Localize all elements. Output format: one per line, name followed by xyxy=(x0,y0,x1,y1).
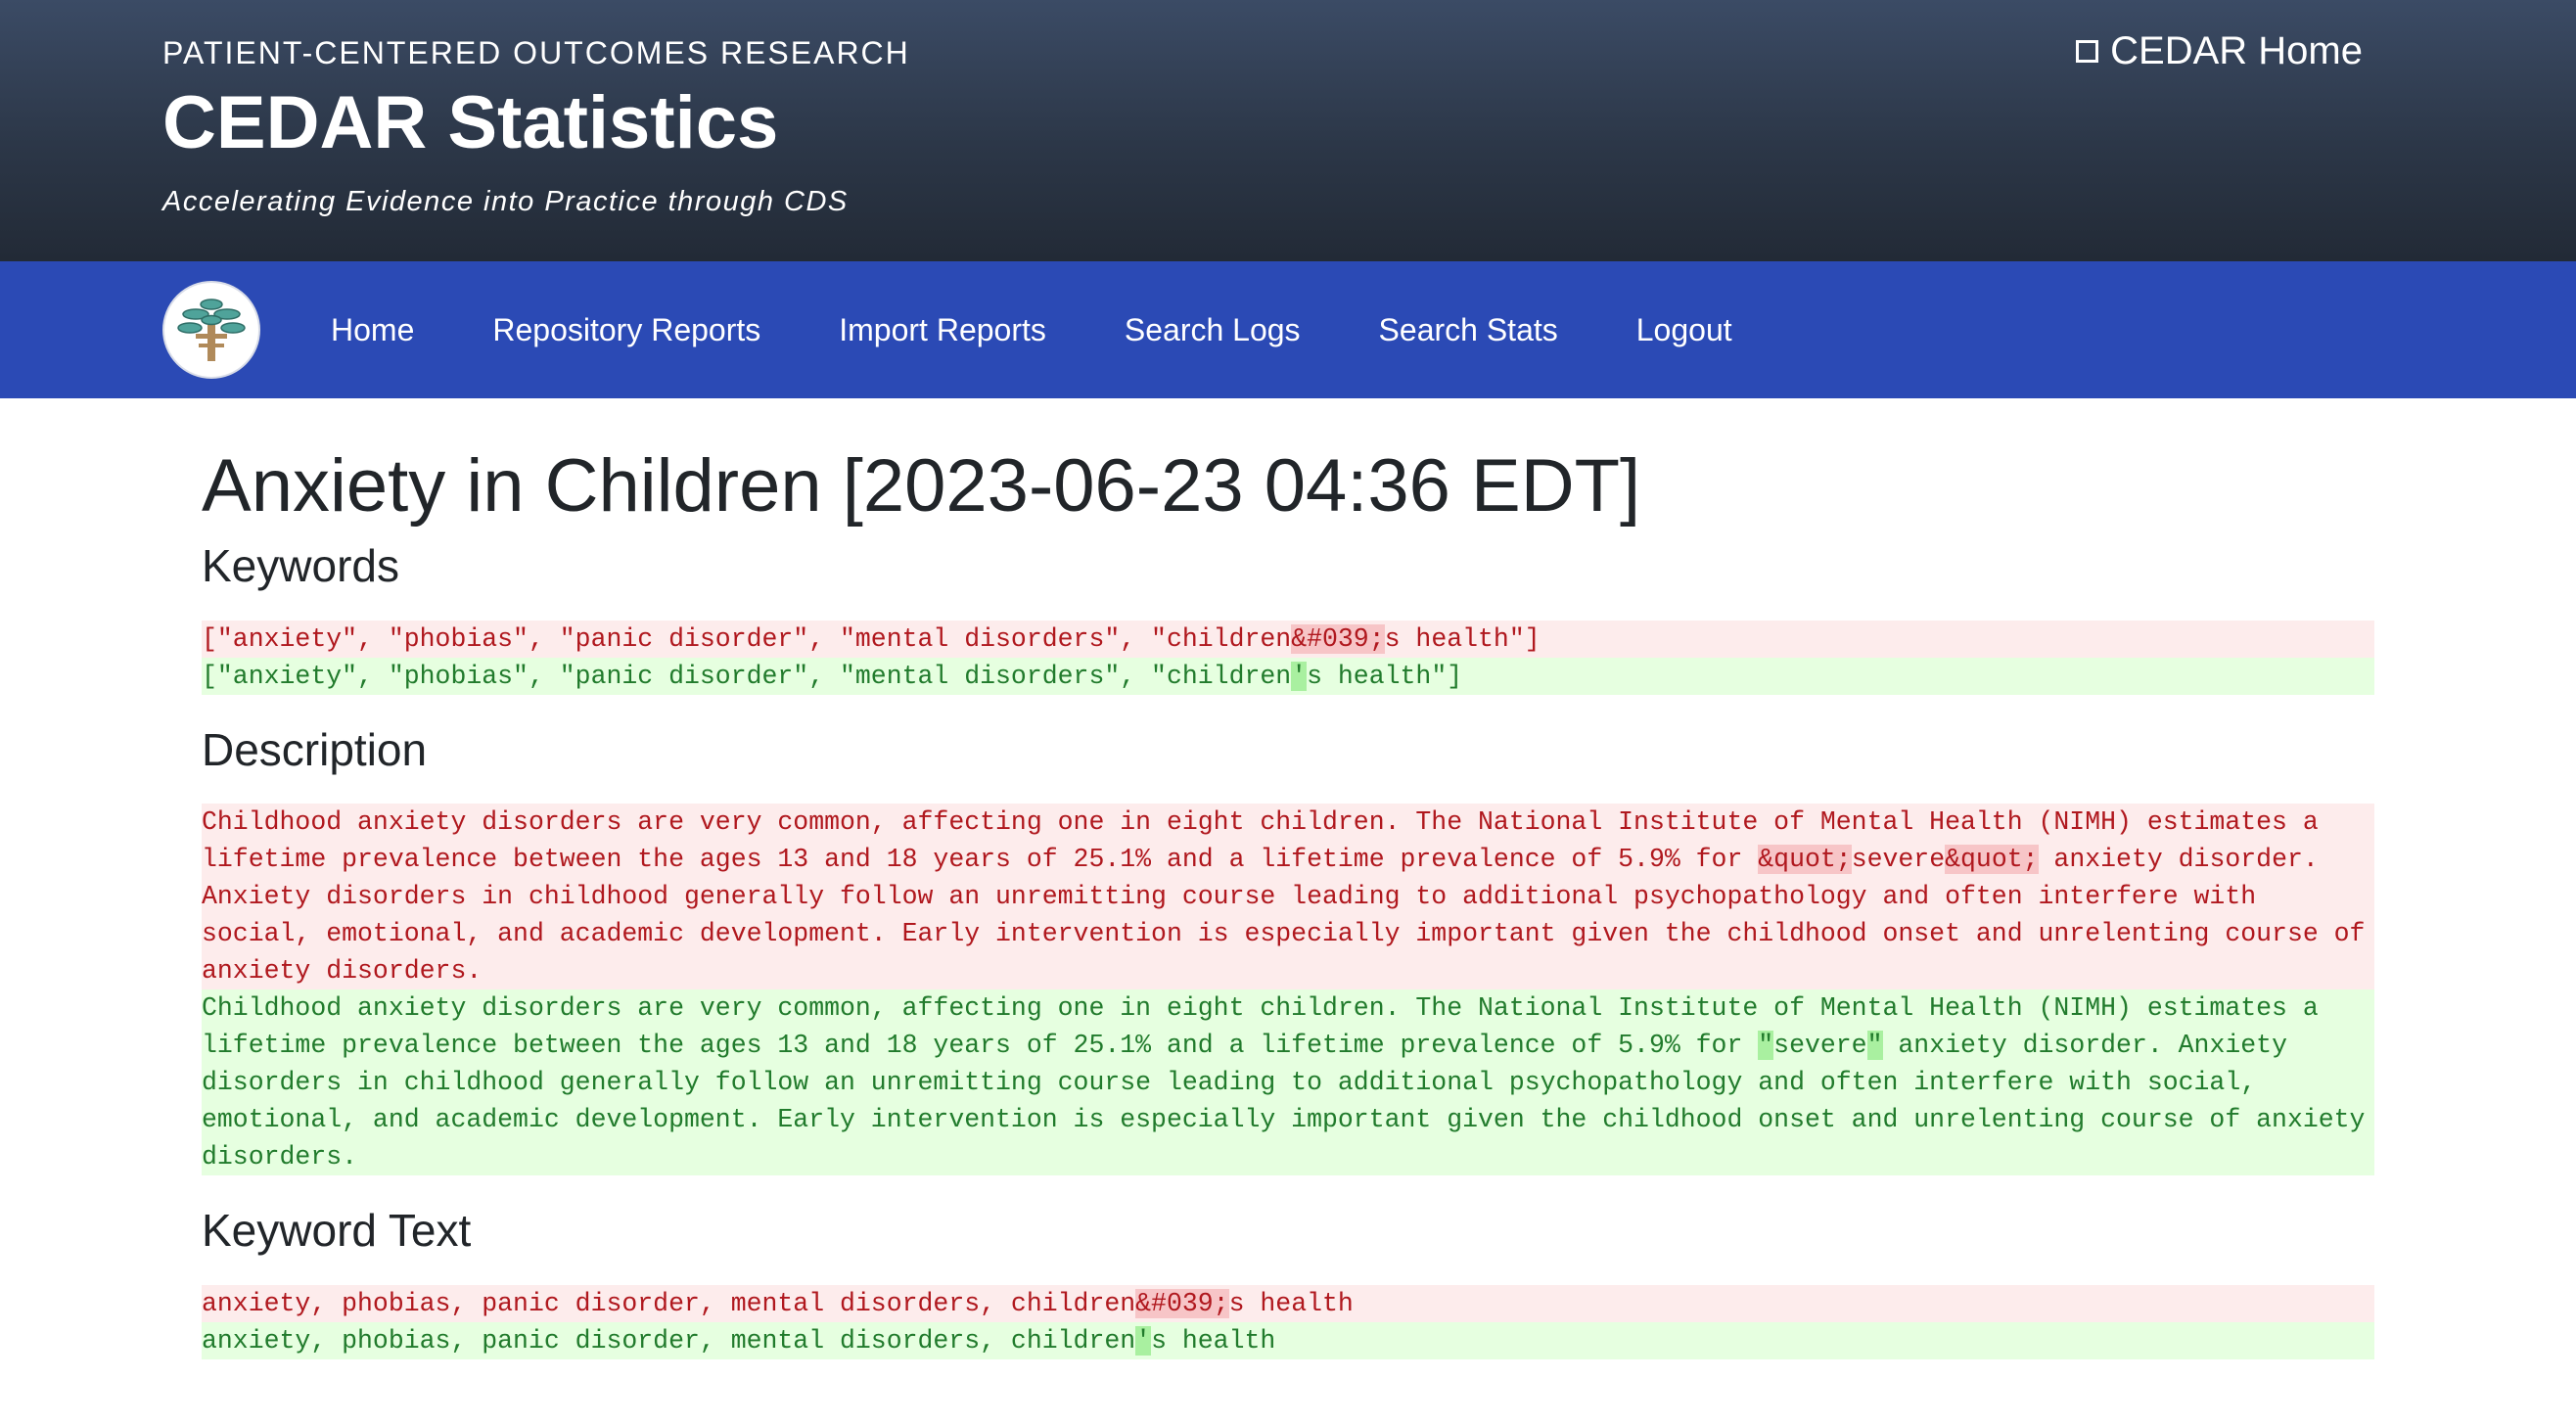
main-content: Anxiety in Children [2023-06-23 04:36 ED… xyxy=(0,398,2576,1359)
diff-text: s health xyxy=(1151,1325,1276,1356)
diff-deleted-block: Childhood anxiety disorders are very com… xyxy=(202,804,2374,990)
keywords-heading: Keywords xyxy=(202,540,399,592)
diff-change: &#039; xyxy=(1135,1288,1229,1318)
site-tagline: Accelerating Evidence into Practice thro… xyxy=(162,186,849,217)
tree-logo-icon[interactable] xyxy=(162,281,260,379)
diff-change: &quot; xyxy=(1758,845,1852,875)
description-heading: Description xyxy=(202,723,428,775)
diff-text: anxiety, phobias, panic disorder, mental… xyxy=(202,1325,1136,1356)
nav-logout[interactable]: Logout xyxy=(1636,312,1732,348)
cedar-home-label: CEDAR Home xyxy=(2110,29,2363,72)
description-diff: Childhood anxiety disorders are very com… xyxy=(202,804,2374,1176)
diff-change: ' xyxy=(1291,661,1308,691)
page-title: Anxiety in Children [2023-06-23 04:36 ED… xyxy=(202,444,1641,528)
diff-text: severe xyxy=(1851,845,1946,875)
diff-text: anxiety, phobias, panic disorder, mental… xyxy=(202,1288,1136,1318)
nav-list: Home Repository Reports Import Reports S… xyxy=(331,312,1811,348)
diff-text: severe xyxy=(1773,1031,1867,1061)
main-navbar: Home Repository Reports Import Reports S… xyxy=(0,261,2576,398)
nav-search-logs[interactable]: Search Logs xyxy=(1125,312,1301,348)
site-header: PATIENT-CENTERED OUTCOMES RESEARCH CEDAR… xyxy=(0,0,2576,261)
diff-inserted-block: Childhood anxiety disorders are very com… xyxy=(202,989,2374,1176)
diff-text: s health"] xyxy=(1307,661,1463,691)
keyword-text-diff: anxiety, phobias, panic disorder, mental… xyxy=(202,1284,2374,1359)
diff-deleted-line: anxiety, phobias, panic disorder, mental… xyxy=(202,1284,2374,1322)
nav-home[interactable]: Home xyxy=(331,312,414,348)
diff-text: ["anxiety", "phobias", "panic disorder",… xyxy=(202,623,1292,654)
nav-search-stats[interactable]: Search Stats xyxy=(1379,312,1558,348)
cedar-home-link[interactable]: CEDAR Home xyxy=(2076,29,2363,73)
diff-change: " xyxy=(1758,1031,1774,1061)
nav-repository-reports[interactable]: Repository Reports xyxy=(492,312,760,348)
diff-text: ["anxiety", "phobias", "panic disorder",… xyxy=(202,661,1292,691)
diff-text: s health xyxy=(1228,1288,1354,1318)
diff-change: ' xyxy=(1135,1325,1152,1356)
keywords-diff: ["anxiety", "phobias", "panic disorder",… xyxy=(202,620,2374,695)
site-title: CEDAR Statistics xyxy=(162,81,779,164)
diff-change: " xyxy=(1866,1031,1883,1061)
nav-import-reports[interactable]: Import Reports xyxy=(839,312,1046,348)
diff-text: s health"] xyxy=(1384,623,1541,654)
diff-change: &#039; xyxy=(1291,623,1385,654)
keyword-text-heading: Keyword Text xyxy=(202,1205,472,1257)
diff-inserted-line: ["anxiety", "phobias", "panic disorder",… xyxy=(202,657,2374,695)
diff-change: &quot; xyxy=(1945,845,2039,875)
diff-deleted-line: ["anxiety", "phobias", "panic disorder",… xyxy=(202,620,2374,658)
header-kicker: PATIENT-CENTERED OUTCOMES RESEARCH xyxy=(162,35,910,70)
square-icon xyxy=(2076,40,2099,63)
diff-inserted-line: anxiety, phobias, panic disorder, mental… xyxy=(202,1321,2374,1359)
